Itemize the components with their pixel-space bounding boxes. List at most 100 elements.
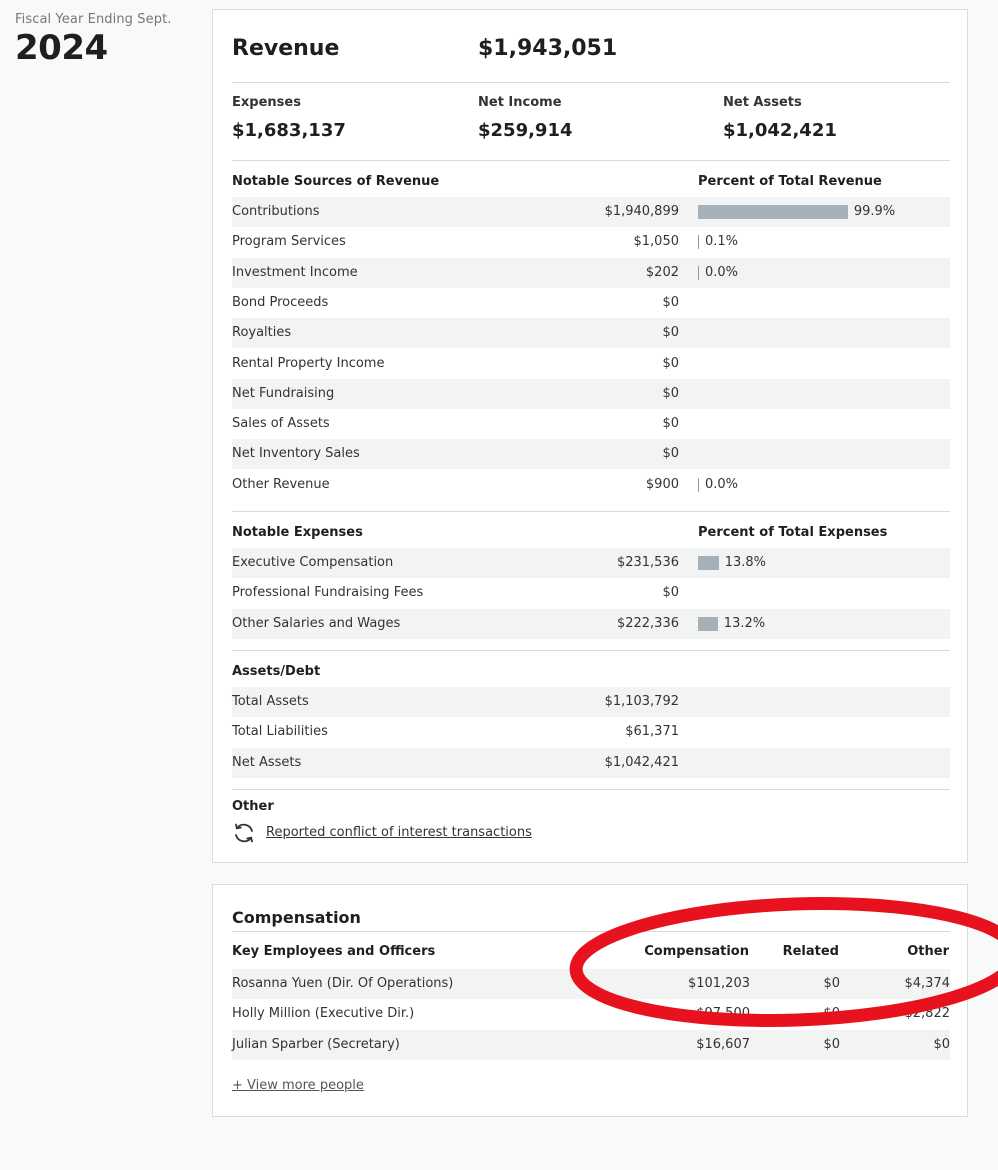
table-row: Net Assets $1,042,421: [232, 747, 950, 778]
percent-value: 99.9%: [853, 204, 896, 219]
expenses-label: Expenses: [232, 95, 301, 110]
col-header-other: Other: [907, 944, 949, 959]
conflict-of-interest-link[interactable]: Reported conflict of interest transactio…: [266, 825, 532, 840]
person-name: Julian Sparber (Secretary): [232, 1036, 400, 1052]
row-amount: $0: [662, 446, 679, 462]
row-label: Program Services: [232, 234, 346, 250]
table-row: Net Inventory Sales $0: [232, 439, 950, 470]
table-row: Julian Sparber (Secretary) $16,607 $0 $0: [232, 1029, 950, 1060]
row-amount: $0: [662, 416, 679, 432]
revenue-pct-heading: Percent of Total Revenue: [698, 174, 882, 189]
other-amount: $2,822: [904, 1006, 951, 1022]
row-label: Royalties: [232, 325, 292, 341]
row-label: Other Revenue: [232, 476, 330, 492]
row-label: Other Salaries and Wages: [232, 615, 401, 631]
compensation-amount: $16,607: [696, 1036, 750, 1052]
row-label: Sales of Assets: [232, 416, 330, 432]
percent-value: 13.2%: [723, 615, 766, 631]
row-label: Executive Compensation: [232, 555, 394, 570]
assets-debt-heading: Assets/Debt: [232, 664, 321, 679]
row-label: Total Assets: [232, 694, 309, 709]
col-header-related: Related: [782, 944, 839, 959]
fiscal-year-label: Fiscal Year Ending Sept.: [15, 12, 172, 27]
table-row: Professional Fundraising Fees $0: [232, 578, 950, 608]
row-amount: $0: [662, 325, 679, 341]
table-row: Sales of Assets $0: [232, 409, 950, 439]
compensation-amount: $101,203: [687, 976, 750, 991]
table-row: Royalties $0: [232, 318, 950, 349]
table-row: Total Liabilities $61,371: [232, 717, 950, 747]
divider: [232, 160, 950, 161]
row-label: Bond Proceeds: [232, 294, 329, 310]
financials-card: Revenue $1,943,051 Expenses $1,683,137 N…: [212, 9, 968, 863]
related-amount: $0: [823, 976, 840, 991]
revenue-value: $1,943,051: [478, 36, 618, 61]
row-label: Investment Income: [232, 264, 358, 280]
percent-value: 13.8%: [724, 555, 766, 570]
table-row: Rental Property Income $0: [232, 349, 950, 379]
refresh-icon: [235, 823, 253, 843]
divider: [232, 82, 950, 83]
revenue-title: Revenue: [232, 36, 340, 61]
table-row: Investment Income $202 0.0%: [232, 257, 950, 288]
percent-bar: [698, 265, 699, 280]
table-row: Total Assets $1,103,792: [232, 687, 950, 717]
divider: [232, 511, 950, 512]
row-amount: $231,536: [616, 555, 679, 570]
row-label: Contributions: [232, 204, 320, 219]
compensation-amount: $97,500: [696, 1006, 750, 1022]
revenue-sources-heading: Notable Sources of Revenue: [232, 174, 440, 189]
row-amount: $61,371: [625, 724, 679, 740]
net-assets-label: Net Assets: [723, 95, 802, 110]
person-name: Rosanna Yuen (Dir. Of Operations): [232, 976, 454, 991]
percent-value: 0.1%: [705, 234, 739, 250]
row-amount: $1,940,899: [604, 204, 679, 219]
col-header-compensation: Compensation: [644, 944, 749, 959]
percent-bar: [698, 477, 699, 492]
row-label: Total Liabilities: [232, 724, 328, 740]
table-row: Rosanna Yuen (Dir. Of Operations) $101,20…: [232, 969, 950, 999]
other-amount: $0: [933, 1036, 950, 1052]
table-row: Bond Proceeds $0: [232, 288, 950, 318]
divider: [232, 789, 950, 790]
row-amount: $0: [662, 385, 679, 401]
expenses-pct-heading: Percent of Total Expenses: [698, 525, 888, 540]
row-label: Net Assets: [232, 754, 302, 770]
row-amount: $0: [662, 585, 679, 601]
divider: [232, 650, 950, 651]
table-row: Contributions $1,940,899 99.9%: [232, 197, 950, 227]
table-row: Program Services $1,050 0.1%: [232, 227, 950, 257]
row-amount: $222,336: [616, 615, 679, 631]
col-header-name: Key Employees and Officers: [232, 944, 436, 959]
row-amount: $1,103,792: [604, 694, 679, 709]
row-amount: $1,042,421: [604, 754, 679, 770]
percent-bar: [698, 205, 848, 219]
fiscal-year: 2024: [15, 28, 108, 68]
expenses-heading: Notable Expenses: [232, 525, 363, 540]
other-amount: $4,374: [904, 976, 951, 991]
compensation-title: Compensation: [232, 908, 361, 927]
row-amount: $900: [645, 476, 679, 492]
row-amount: $0: [662, 355, 679, 371]
row-amount: $0: [662, 294, 679, 310]
table-row: Net Fundraising $0: [232, 378, 950, 409]
percent-bar: [698, 616, 718, 631]
table-row: Other Revenue $900 0.0%: [232, 470, 950, 500]
person-name: Holly Million (Executive Dir.): [232, 1006, 415, 1022]
related-amount: $0: [823, 1006, 840, 1022]
expenses-value: $1,683,137: [232, 120, 346, 141]
table-row: Holly Million (Executive Dir.) $97,500 $0 $…: [232, 999, 950, 1029]
net-income-label: Net Income: [478, 95, 562, 110]
row-amount: $202: [645, 264, 679, 280]
percent-value: 0.0%: [705, 264, 739, 280]
net-income-value: $259,914: [478, 120, 573, 141]
table-row: Executive Compensation $231,536 13.8%: [232, 548, 950, 578]
related-amount: $0: [823, 1036, 840, 1052]
divider: [232, 931, 950, 932]
view-more-people-link[interactable]: + View more people: [232, 1078, 364, 1093]
row-label: Net Inventory Sales: [232, 446, 360, 462]
row-amount: $1,050: [633, 234, 680, 250]
compensation-card: Compensation Key Employees and Officers …: [212, 884, 968, 1117]
other-heading: Other: [232, 799, 274, 814]
percent-value: 0.0%: [705, 476, 739, 492]
